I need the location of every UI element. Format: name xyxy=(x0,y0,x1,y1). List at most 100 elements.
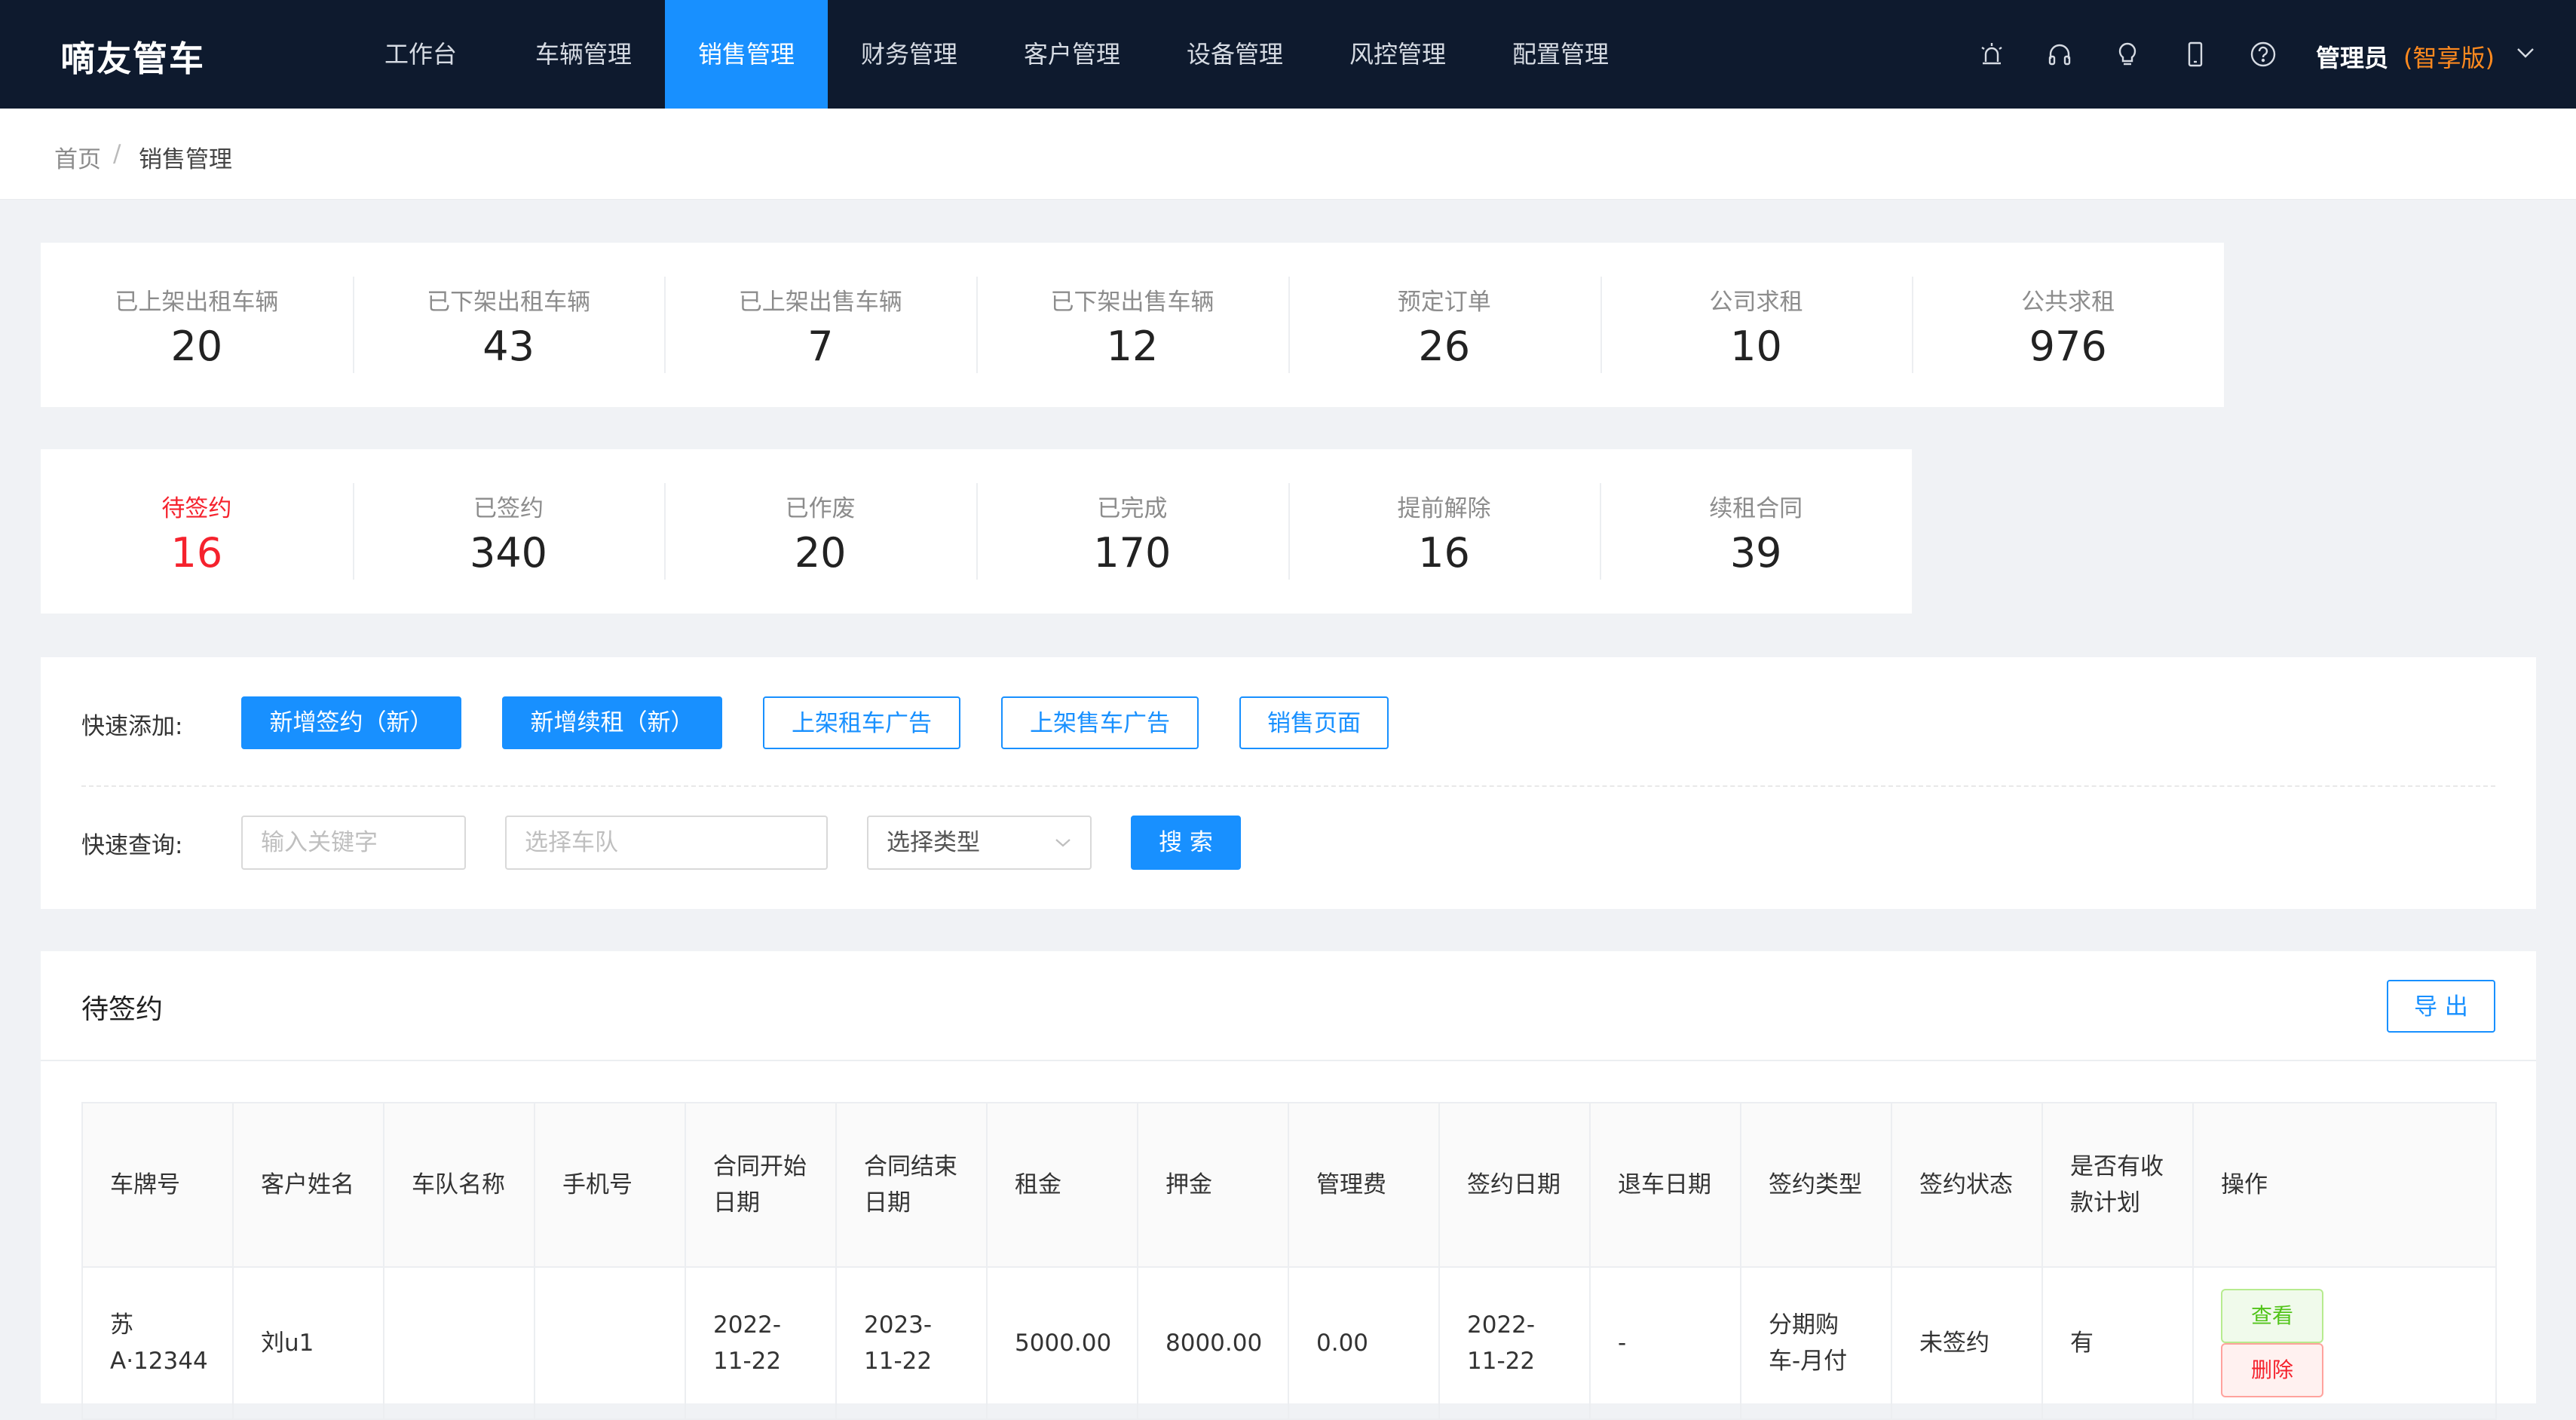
stat-value: 20 xyxy=(170,323,223,370)
stat-value: 43 xyxy=(482,323,534,370)
stat-company-requests[interactable]: 公司求租 10 xyxy=(1600,277,1913,373)
stat-label: 已上架出售车辆 xyxy=(738,289,902,316)
cell-deposit: 8000.00 xyxy=(1138,1267,1289,1420)
headset-icon[interactable] xyxy=(2046,41,2073,68)
stat-value: 340 xyxy=(469,529,548,577)
col-header-rent: 租金 xyxy=(986,1102,1138,1268)
quick-actions-panel: 快速添加: 新增签约（新） 新增续租（新） 上架租车广告 上架售车广告 销售页面… xyxy=(41,657,2536,909)
cell-status: 未签约 xyxy=(1891,1267,2043,1420)
keyword-input[interactable] xyxy=(241,816,466,870)
quick-search-label: 快速查询: xyxy=(81,832,183,859)
stat-value: 20 xyxy=(794,529,847,577)
col-header-phone: 手机号 xyxy=(534,1102,686,1268)
view-button[interactable]: 查看 xyxy=(2221,1289,2324,1343)
divider xyxy=(41,1060,2536,1061)
nav-item-risk[interactable]: 风控管理 xyxy=(1316,0,1479,109)
stat-sale-unlisted[interactable]: 已下架出售车辆 12 xyxy=(976,277,1288,373)
stat-label: 待签约 xyxy=(161,495,232,522)
chevron-down-icon[interactable] xyxy=(2515,45,2536,60)
list-rental-ad-button[interactable]: 上架租车广告 xyxy=(763,696,960,749)
user-name[interactable]: 管理员 xyxy=(2316,39,2388,74)
cell-rent: 5000.00 xyxy=(987,1267,1138,1420)
bulb-icon[interactable] xyxy=(2114,41,2141,68)
stat-value: 7 xyxy=(807,323,834,370)
mobile-icon[interactable] xyxy=(2182,41,2209,68)
divider xyxy=(81,785,2495,787)
breadcrumb: 首页 / 销售管理 xyxy=(0,109,2576,200)
nav-item-workbench[interactable]: 工作台 xyxy=(339,0,502,109)
stat-label: 续租合同 xyxy=(1709,495,1803,522)
col-header-sign-type: 签约类型 xyxy=(1740,1102,1892,1268)
stat-value: 976 xyxy=(2029,323,2107,370)
nav-item-finance[interactable]: 财务管理 xyxy=(828,0,991,109)
cell-payment-plan: 有 xyxy=(2042,1267,2194,1420)
stat-value: 10 xyxy=(1730,323,1782,370)
quick-add-label: 快速添加: xyxy=(81,713,183,740)
fleet-select-input[interactable] xyxy=(505,816,828,870)
col-header-start-date: 合同开始日期 xyxy=(685,1102,837,1268)
export-button[interactable]: 导 出 xyxy=(2387,980,2495,1033)
new-contract-button[interactable]: 新增签约（新） xyxy=(241,696,461,749)
cell-plate: 苏A·12344 xyxy=(81,1267,234,1420)
stat-label: 预定订单 xyxy=(1397,289,1491,316)
contract-stats-card: 待签约 16 已签约 340 已作废 20 已完成 170 提前解除 16 续租… xyxy=(41,449,1912,614)
stat-value: 170 xyxy=(1093,529,1172,577)
stat-label: 公司求租 xyxy=(1709,289,1803,316)
stat-sale-listed[interactable]: 已上架出售车辆 7 xyxy=(664,277,976,373)
cell-end-date: 2023-11-22 xyxy=(836,1267,988,1420)
stat-voided[interactable]: 已作废 20 xyxy=(664,483,976,580)
stat-label: 已作废 xyxy=(785,495,856,522)
stat-reservations[interactable]: 预定订单 26 xyxy=(1288,277,1600,373)
stat-label: 公共求租 xyxy=(2021,289,2115,316)
col-header-actions: 操作 xyxy=(2192,1102,2497,1268)
cell-fee: 0.00 xyxy=(1288,1267,1440,1420)
col-header-payment-plan: 是否有收款计划 xyxy=(2042,1102,2194,1268)
breadcrumb-current: 销售管理 xyxy=(139,146,232,173)
user-edition: (智享版) xyxy=(2403,44,2495,72)
stat-label: 已完成 xyxy=(1097,495,1168,522)
search-button[interactable]: 搜 索 xyxy=(1131,816,1241,870)
stat-rental-listed[interactable]: 已上架出租车辆 20 xyxy=(41,277,353,373)
stat-completed[interactable]: 已完成 170 xyxy=(976,483,1288,580)
nav-item-sales[interactable]: 销售管理 xyxy=(665,0,828,109)
stat-rental-unlisted[interactable]: 已下架出租车辆 43 xyxy=(352,277,665,373)
stat-label: 提前解除 xyxy=(1397,495,1491,522)
stat-renewals[interactable]: 续租合同 39 xyxy=(1600,483,1912,580)
cell-actions: 查看删除 xyxy=(2193,1267,2497,1420)
cell-phone xyxy=(534,1267,686,1420)
chevron-down-icon xyxy=(1055,839,1071,847)
nav-item-devices[interactable]: 设备管理 xyxy=(1153,0,1316,109)
stat-value: 12 xyxy=(1106,323,1159,370)
col-header-fee: 管理费 xyxy=(1288,1102,1440,1268)
stat-signed[interactable]: 已签约 340 xyxy=(352,483,665,580)
cell-sign-type: 分期购车-月付 xyxy=(1741,1267,1892,1420)
stat-public-requests[interactable]: 公共求租 976 xyxy=(1912,277,2224,373)
stat-pending-sign[interactable]: 待签约 16 xyxy=(41,483,353,580)
nav-item-customers[interactable]: 客户管理 xyxy=(991,0,1153,109)
stat-label: 已下架出售车辆 xyxy=(1050,289,1214,316)
type-select-value: 选择类型 xyxy=(887,829,980,856)
type-select[interactable]: 选择类型 xyxy=(867,816,1092,870)
cell-customer: 刘u1 xyxy=(233,1267,384,1420)
alarm-icon[interactable] xyxy=(1978,41,2005,68)
cell-return-date: - xyxy=(1590,1267,1741,1420)
breadcrumb-separator: / xyxy=(113,140,121,167)
help-icon[interactable] xyxy=(2250,41,2277,68)
nav-item-vehicles[interactable]: 车辆管理 xyxy=(502,0,665,109)
cell-fleet xyxy=(384,1267,535,1420)
col-header-status: 签约状态 xyxy=(1891,1102,2043,1268)
stat-early-termination[interactable]: 提前解除 16 xyxy=(1288,483,1600,580)
col-header-plate: 车牌号 xyxy=(81,1102,234,1268)
stat-value: 16 xyxy=(1418,529,1470,577)
delete-button[interactable]: 删除 xyxy=(2221,1343,2324,1397)
col-header-end-date: 合同结束日期 xyxy=(835,1102,988,1268)
new-renewal-button[interactable]: 新增续租（新） xyxy=(502,696,722,749)
list-sale-ad-button[interactable]: 上架售车广告 xyxy=(1001,696,1199,749)
main-nav: 工作台 车辆管理 销售管理 财务管理 客户管理 设备管理 风控管理 配置管理 xyxy=(339,0,1642,109)
breadcrumb-home[interactable]: 首页 xyxy=(54,140,101,174)
sales-page-button[interactable]: 销售页面 xyxy=(1239,696,1389,749)
col-header-customer: 客户姓名 xyxy=(232,1102,384,1268)
app-logo[interactable]: 嘀友管车 xyxy=(60,32,205,81)
nav-item-config[interactable]: 配置管理 xyxy=(1479,0,1642,109)
col-header-return-date: 退车日期 xyxy=(1589,1102,1741,1268)
